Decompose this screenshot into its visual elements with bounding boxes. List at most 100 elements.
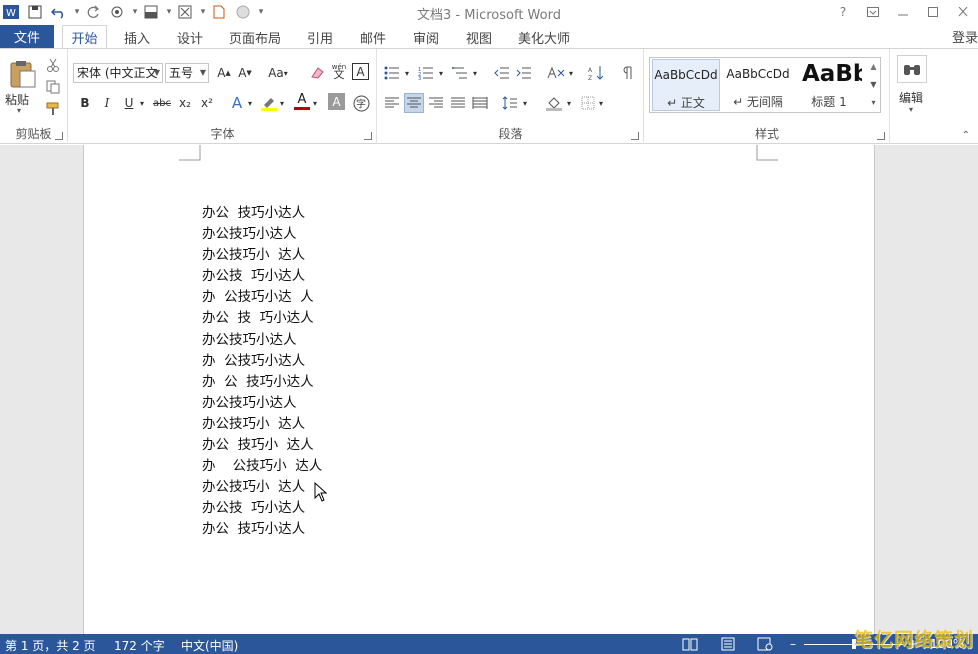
close-icon[interactable] (948, 0, 978, 24)
shading-icon[interactable] (544, 93, 564, 113)
document-text[interactable]: 办公 技巧小达人 办公技巧小达人 办公技巧小 达人 办公技 巧小达人办 公技巧小达 人… (202, 203, 322, 541)
maximize-icon[interactable] (918, 0, 948, 24)
document-line[interactable]: 办公 技巧小达人 (202, 519, 322, 540)
style-no-spacing[interactable]: AaBbCcDd ↵ 无间隔 (723, 59, 793, 111)
chinese-layout-icon[interactable] (544, 63, 568, 83)
bullets-icon[interactable] (382, 63, 402, 83)
styles-scroll-down-icon[interactable]: ▼ (867, 76, 880, 94)
multilevel-list-icon[interactable] (450, 63, 470, 83)
align-center-icon[interactable] (404, 93, 424, 113)
shading-dropdown-icon[interactable]: ▾ (564, 93, 574, 113)
touch-dropdown-icon[interactable]: ▾ (130, 7, 140, 17)
tab-insert[interactable]: 插入 (115, 25, 159, 49)
copy-icon[interactable] (43, 77, 63, 97)
page-count[interactable]: 第 1 页，共 2 页 (5, 637, 96, 654)
language[interactable]: 中文(中国) (181, 637, 238, 654)
document-line[interactable]: 办公 技 巧小达人 (202, 308, 322, 329)
underline-dropdown-icon[interactable]: ▾ (137, 93, 147, 113)
touch-mode-icon[interactable] (106, 1, 128, 23)
tab-review[interactable]: 审阅 (404, 25, 448, 49)
clipboard-launcher-icon[interactable] (55, 132, 63, 140)
document-line[interactable]: 办 公技巧小 达人 (202, 456, 322, 477)
align-left-icon[interactable] (382, 93, 402, 113)
document-line[interactable]: 办公技巧小达人 (202, 224, 322, 245)
text-effects-icon[interactable]: A (227, 93, 247, 113)
grow-font-icon[interactable]: A ▲ (214, 63, 234, 83)
numbering-dropdown-icon[interactable]: ▾ (436, 63, 446, 83)
highlight-dropdown-icon[interactable]: ▾ (277, 93, 287, 113)
login-link[interactable]: 登录 (952, 27, 978, 46)
align-dropdown-icon[interactable]: ▾ (198, 7, 208, 17)
document-line[interactable]: 办 公技巧小达人 (202, 351, 322, 372)
document-line[interactable]: 办公技巧小达人 (202, 393, 322, 414)
show-marks-icon[interactable] (618, 63, 638, 83)
undo-dropdown-icon[interactable]: ▾ (72, 7, 82, 17)
tab-view[interactable]: 视图 (457, 25, 501, 49)
paste-button[interactable]: 粘贴 ▾ (4, 57, 38, 117)
line-spacing-icon[interactable] (500, 93, 520, 113)
customize-icon[interactable]: ▾ (256, 7, 266, 17)
numbering-icon[interactable]: 123 (416, 63, 436, 83)
justify-icon[interactable] (448, 93, 468, 113)
phonetic-guide-icon[interactable]: wén 文 (329, 61, 349, 81)
align-icon[interactable] (174, 1, 196, 23)
document-line[interactable]: 办公技巧小达人 (202, 330, 322, 351)
tab-beautify[interactable]: 美化大师 (510, 25, 578, 49)
superscript-button[interactable]: x² (197, 93, 217, 113)
tab-references[interactable]: 引用 (298, 25, 342, 49)
increase-indent-icon[interactable] (514, 63, 534, 83)
minimize-icon[interactable] (888, 0, 918, 24)
bold-button[interactable]: B (75, 93, 95, 113)
strikethrough-button[interactable]: abc (151, 93, 173, 113)
document-line[interactable]: 办公技 巧小达人 (202, 498, 322, 519)
clear-format-icon[interactable] (307, 63, 327, 83)
new-doc-icon[interactable] (208, 1, 230, 23)
text-effects-dropdown-icon[interactable]: ▾ (245, 93, 255, 113)
print-layout-icon[interactable] (720, 636, 736, 652)
ribbon-display-icon[interactable] (858, 0, 888, 24)
font-size-select[interactable]: 五号 ▼ (165, 63, 209, 83)
undo-icon[interactable] (48, 1, 70, 23)
paragraph-launcher-icon[interactable] (631, 132, 639, 140)
distributed-icon[interactable] (470, 93, 490, 113)
zoom-out-button[interactable]: – (790, 637, 796, 651)
redo-icon[interactable] (82, 1, 104, 23)
chinese-layout-dropdown-icon[interactable]: ▾ (566, 63, 576, 83)
underline-button[interactable]: U (119, 93, 139, 113)
borders-icon[interactable] (578, 93, 598, 113)
document-page[interactable]: 办公 技巧小达人 办公技巧小达人 办公技巧小 达人 办公技 巧小达人办 公技巧小达 人… (83, 145, 875, 634)
document-line[interactable]: 办公技巧小 达人 (202, 414, 322, 435)
line-spacing-dropdown-icon[interactable]: ▾ (520, 93, 530, 113)
tab-design[interactable]: 设计 (168, 25, 212, 49)
enclose-char-icon[interactable]: 字 (351, 93, 371, 113)
word-logo-icon[interactable]: W (0, 1, 22, 23)
group-editing[interactable]: 编辑 ▾ (891, 49, 935, 144)
align-right-icon[interactable] (426, 93, 446, 113)
tab-mailings[interactable]: 邮件 (351, 25, 395, 49)
styles-more-icon[interactable]: ▾ (867, 94, 880, 112)
collapse-ribbon-icon[interactable]: ⌃ (962, 130, 970, 141)
document-line[interactable]: 办公 技巧小 达人 (202, 435, 322, 456)
save-icon[interactable] (24, 1, 46, 23)
font-family-select[interactable]: 宋体 (中文正文 ▼ (73, 63, 163, 83)
styles-scroll-up-icon[interactable]: ▲ (867, 58, 880, 76)
word-count[interactable]: 172 个字 (114, 637, 165, 654)
tab-home[interactable]: 开始 (62, 25, 107, 49)
decrease-indent-icon[interactable] (492, 63, 512, 83)
multilevel-dropdown-icon[interactable]: ▾ (470, 63, 480, 83)
document-line[interactable]: 办公 技巧小达人 (202, 203, 322, 224)
shrink-font-icon[interactable]: A ▼ (235, 63, 255, 83)
web-layout-icon[interactable] (757, 636, 773, 652)
tab-page-layout[interactable]: 页面布局 (222, 25, 288, 49)
document-line[interactable]: 办 公 技巧小达人 (202, 372, 322, 393)
circle-icon[interactable] (232, 1, 254, 23)
char-border-icon[interactable]: A (352, 63, 369, 80)
style-heading-1[interactable]: AaBb 标题 1 (796, 59, 862, 111)
bullets-dropdown-icon[interactable]: ▾ (402, 63, 412, 83)
sort-icon[interactable]: AZ (586, 63, 606, 83)
format-painter-icon[interactable] (43, 99, 63, 119)
char-shading-icon[interactable]: A (328, 93, 345, 110)
style-normal[interactable]: AaBbCcDd ↵ 正文 (652, 59, 720, 111)
color-icon[interactable] (140, 1, 162, 23)
document-line[interactable]: 办公技巧小 达人 (202, 477, 322, 498)
